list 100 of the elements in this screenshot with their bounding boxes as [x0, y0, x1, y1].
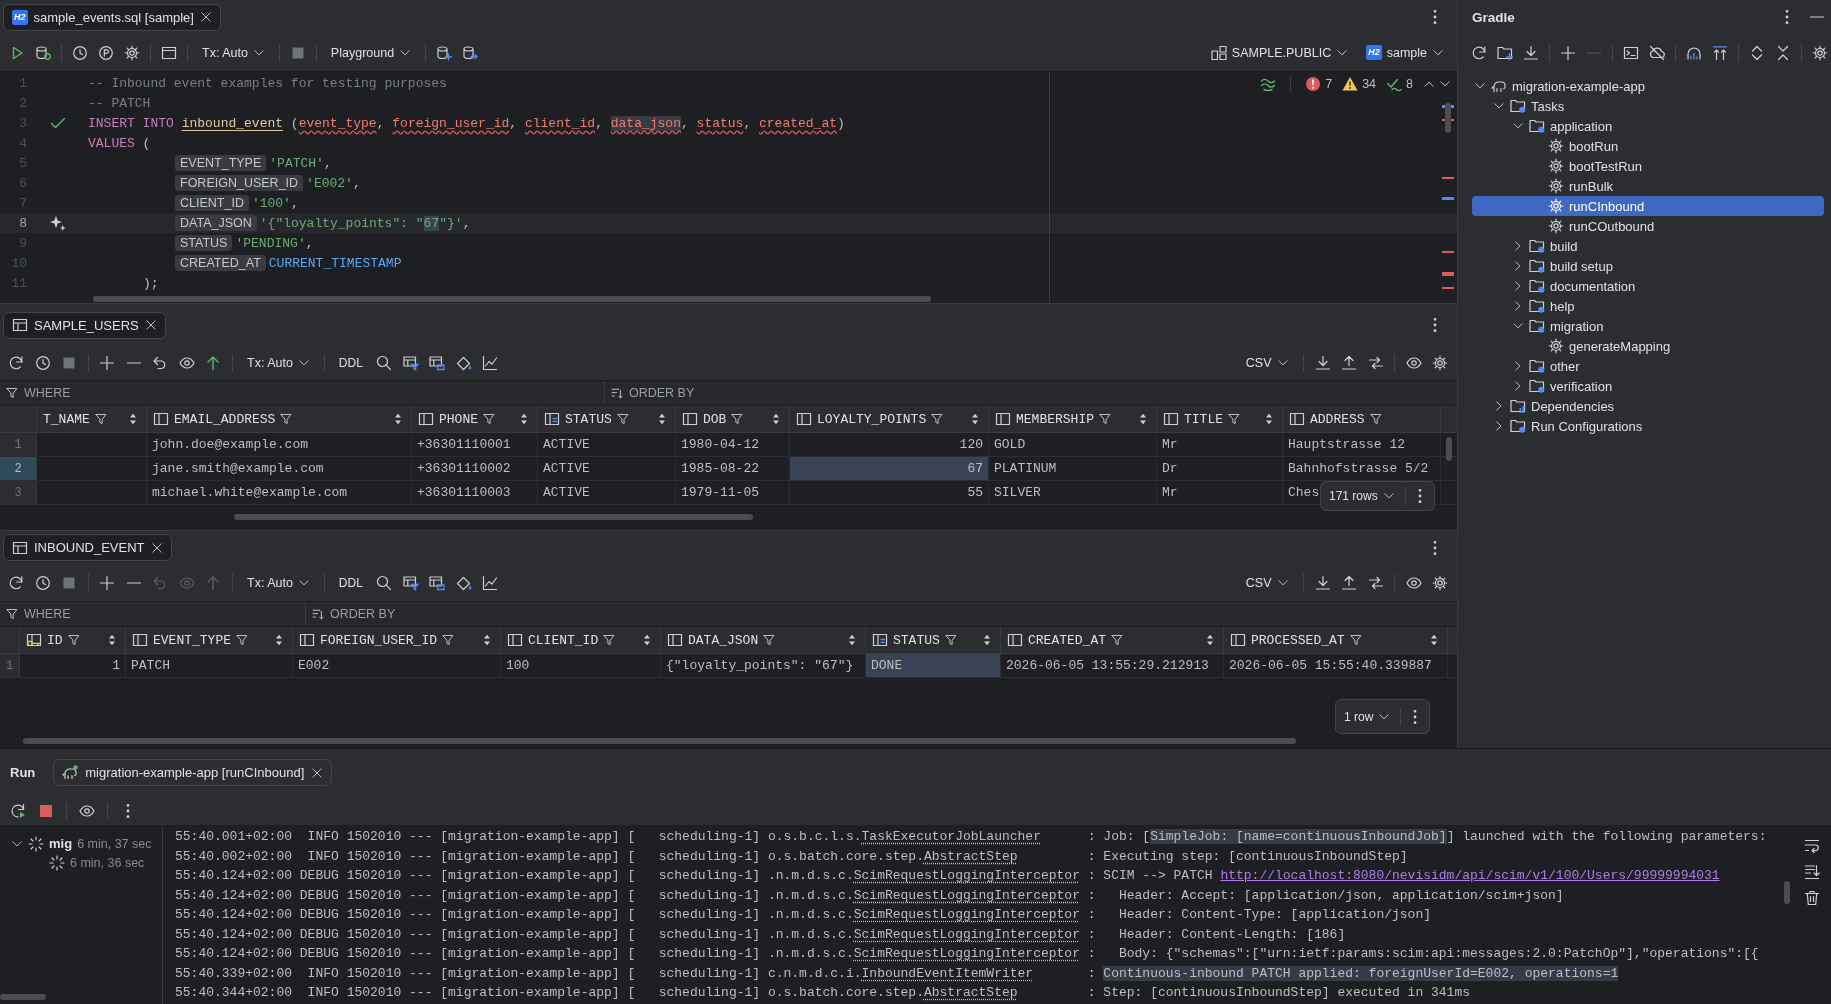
- table-tab[interactable]: INBOUND_EVENT: [3, 534, 172, 561]
- column-header[interactable]: CLIENT_ID: [501, 627, 661, 653]
- sort-arrows-icon[interactable]: [518, 413, 530, 425]
- tree-item[interactable]: help: [1472, 296, 1824, 316]
- table-icon[interactable]: [429, 574, 446, 591]
- refresh-icon[interactable]: [8, 574, 24, 591]
- schema-icon[interactable]: [1210, 44, 1227, 61]
- sort-arrows-icon[interactable]: [273, 634, 285, 646]
- paint-bucket-icon[interactable]: [455, 355, 472, 371]
- ddl-button[interactable]: DDL: [335, 573, 366, 592]
- column-header[interactable]: PROCESSED_AT: [1224, 627, 1448, 653]
- download-icon[interactable]: [1523, 45, 1539, 61]
- database-icon[interactable]: [35, 44, 51, 61]
- url-link[interactable]: http://localhost:8080/nevisidm/api/scim/v1/100/Users/99999994031: [1220, 868, 1720, 883]
- gear-icon[interactable]: [1432, 355, 1448, 371]
- row-count-dropdown[interactable]: 171 rows: [1325, 487, 1399, 505]
- trash-icon[interactable]: [1804, 890, 1820, 906]
- search-icon[interactable]: [376, 574, 393, 591]
- arch-chart-icon[interactable]: [1686, 45, 1702, 61]
- column-header[interactable]: T_NAME: [37, 406, 147, 432]
- scrollbar-thumb[interactable]: [23, 738, 1296, 744]
- sort-arrows-icon[interactable]: [1204, 634, 1216, 646]
- tree-item[interactable]: runBulk: [1472, 176, 1824, 196]
- sort-arrows-icon[interactable]: [481, 634, 493, 646]
- filter-icon[interactable]: [483, 413, 495, 425]
- sort-arrows-icon[interactable]: [846, 634, 858, 646]
- export-format-dropdown[interactable]: CSV: [1241, 354, 1293, 372]
- table-filter-icon[interactable]: [402, 574, 419, 591]
- column-header[interactable]: LOYALTY_POINTS: [790, 406, 989, 432]
- filter-icon[interactable]: [236, 634, 248, 646]
- wave-icon[interactable]: [1260, 76, 1277, 92]
- column-header[interactable]: STATUS: [866, 627, 1001, 653]
- scroll-to-end-icon[interactable]: [1804, 864, 1820, 880]
- datasource-dropdown[interactable]: H2 sample: [1362, 43, 1448, 62]
- terminal-icon[interactable]: [1623, 45, 1639, 61]
- table-icon[interactable]: [12, 539, 28, 556]
- tree-item[interactable]: migration: [1472, 316, 1824, 336]
- sort-arrows-icon[interactable]: [1263, 413, 1275, 425]
- sort-arrows-icon[interactable]: [969, 413, 981, 425]
- plus-icon[interactable]: [99, 355, 115, 371]
- up-arrow-icon[interactable]: [205, 355, 221, 371]
- tree-item[interactable]: application: [1472, 116, 1824, 136]
- filter-icon[interactable]: [1111, 634, 1123, 646]
- close-icon[interactable]: [144, 319, 157, 331]
- column-header[interactable]: EMAIL_ADDRESS: [147, 406, 412, 432]
- tree-item[interactable]: documentation: [1472, 276, 1824, 296]
- eye-icon[interactable]: [79, 802, 95, 819]
- sort-arrows-icon[interactable]: [106, 634, 118, 646]
- tree-item[interactable]: bootRun: [1472, 136, 1824, 156]
- filter-icon[interactable]: [1228, 413, 1240, 425]
- tree-item[interactable]: build setup: [1472, 256, 1824, 276]
- sort-arrows-icon[interactable]: [981, 634, 993, 646]
- column-header[interactable]: DATA_JSON: [661, 627, 866, 653]
- transaction-dropdown[interactable]: Tx: Auto: [243, 354, 314, 372]
- tree-item[interactable]: other: [1472, 356, 1824, 376]
- table-icon[interactable]: [12, 317, 28, 333]
- sort-lines-icon[interactable]: [611, 387, 623, 399]
- download-icon[interactable]: [1314, 574, 1331, 591]
- stop-icon[interactable]: [61, 355, 77, 371]
- scrollbar-thumb[interactable]: [1445, 103, 1451, 133]
- gear-icon[interactable]: [1432, 574, 1448, 591]
- column-header[interactable]: CREATED_AT: [1001, 627, 1224, 653]
- eye-icon[interactable]: [178, 355, 195, 371]
- sort-arrows-icon[interactable]: [392, 413, 404, 425]
- close-icon[interactable]: [311, 766, 324, 779]
- scrollbar-thumb[interactable]: [93, 296, 931, 302]
- tree-item[interactable]: Run Configurations: [1472, 416, 1824, 436]
- tree-item[interactable]: verification: [1472, 376, 1824, 396]
- column-header[interactable]: TITLE: [1157, 406, 1283, 432]
- clock-icon[interactable]: [34, 574, 51, 591]
- search-icon[interactable]: [376, 355, 393, 371]
- tree-item[interactable]: Tasks: [1472, 96, 1824, 116]
- scrollbar-thumb[interactable]: [234, 514, 753, 520]
- sort-arrows-icon[interactable]: [1137, 413, 1149, 425]
- column-header[interactable]: FOREIGN_USER_ID: [293, 627, 501, 653]
- gear-icon[interactable]: [1812, 45, 1828, 61]
- export-format-dropdown[interactable]: CSV: [1241, 573, 1293, 592]
- filter-icon[interactable]: [1369, 413, 1382, 425]
- sort-arrows-icon[interactable]: [641, 634, 653, 646]
- process-name[interactable]: mig: [49, 836, 73, 851]
- filter-icon[interactable]: [731, 413, 744, 425]
- ddl-button[interactable]: DDL: [335, 354, 366, 372]
- circled-p-icon[interactable]: [98, 44, 114, 61]
- row-count-dropdown[interactable]: 1 row: [1340, 707, 1395, 726]
- filter-icon[interactable]: [6, 387, 18, 399]
- table-filter-icon[interactable]: [402, 355, 419, 371]
- upload-icon[interactable]: [1341, 574, 1357, 591]
- scrollbar-thumb[interactable]: [1784, 881, 1790, 904]
- undo-icon[interactable]: [152, 355, 168, 371]
- refresh-icon[interactable]: [1471, 45, 1487, 61]
- sort-arrows-icon[interactable]: [127, 413, 139, 425]
- tree-item[interactable]: build: [1472, 236, 1824, 256]
- scrollbar-thumb[interactable]: [1446, 437, 1452, 461]
- clock-icon[interactable]: [72, 44, 88, 61]
- column-header[interactable]: DOB: [676, 406, 790, 432]
- sort-arrows-icon[interactable]: [770, 413, 782, 425]
- sort-arrows-icon[interactable]: [656, 413, 668, 425]
- clock-icon[interactable]: [34, 355, 51, 371]
- database-arrow-icon[interactable]: [462, 44, 479, 61]
- column-header[interactable]: ID: [20, 627, 126, 653]
